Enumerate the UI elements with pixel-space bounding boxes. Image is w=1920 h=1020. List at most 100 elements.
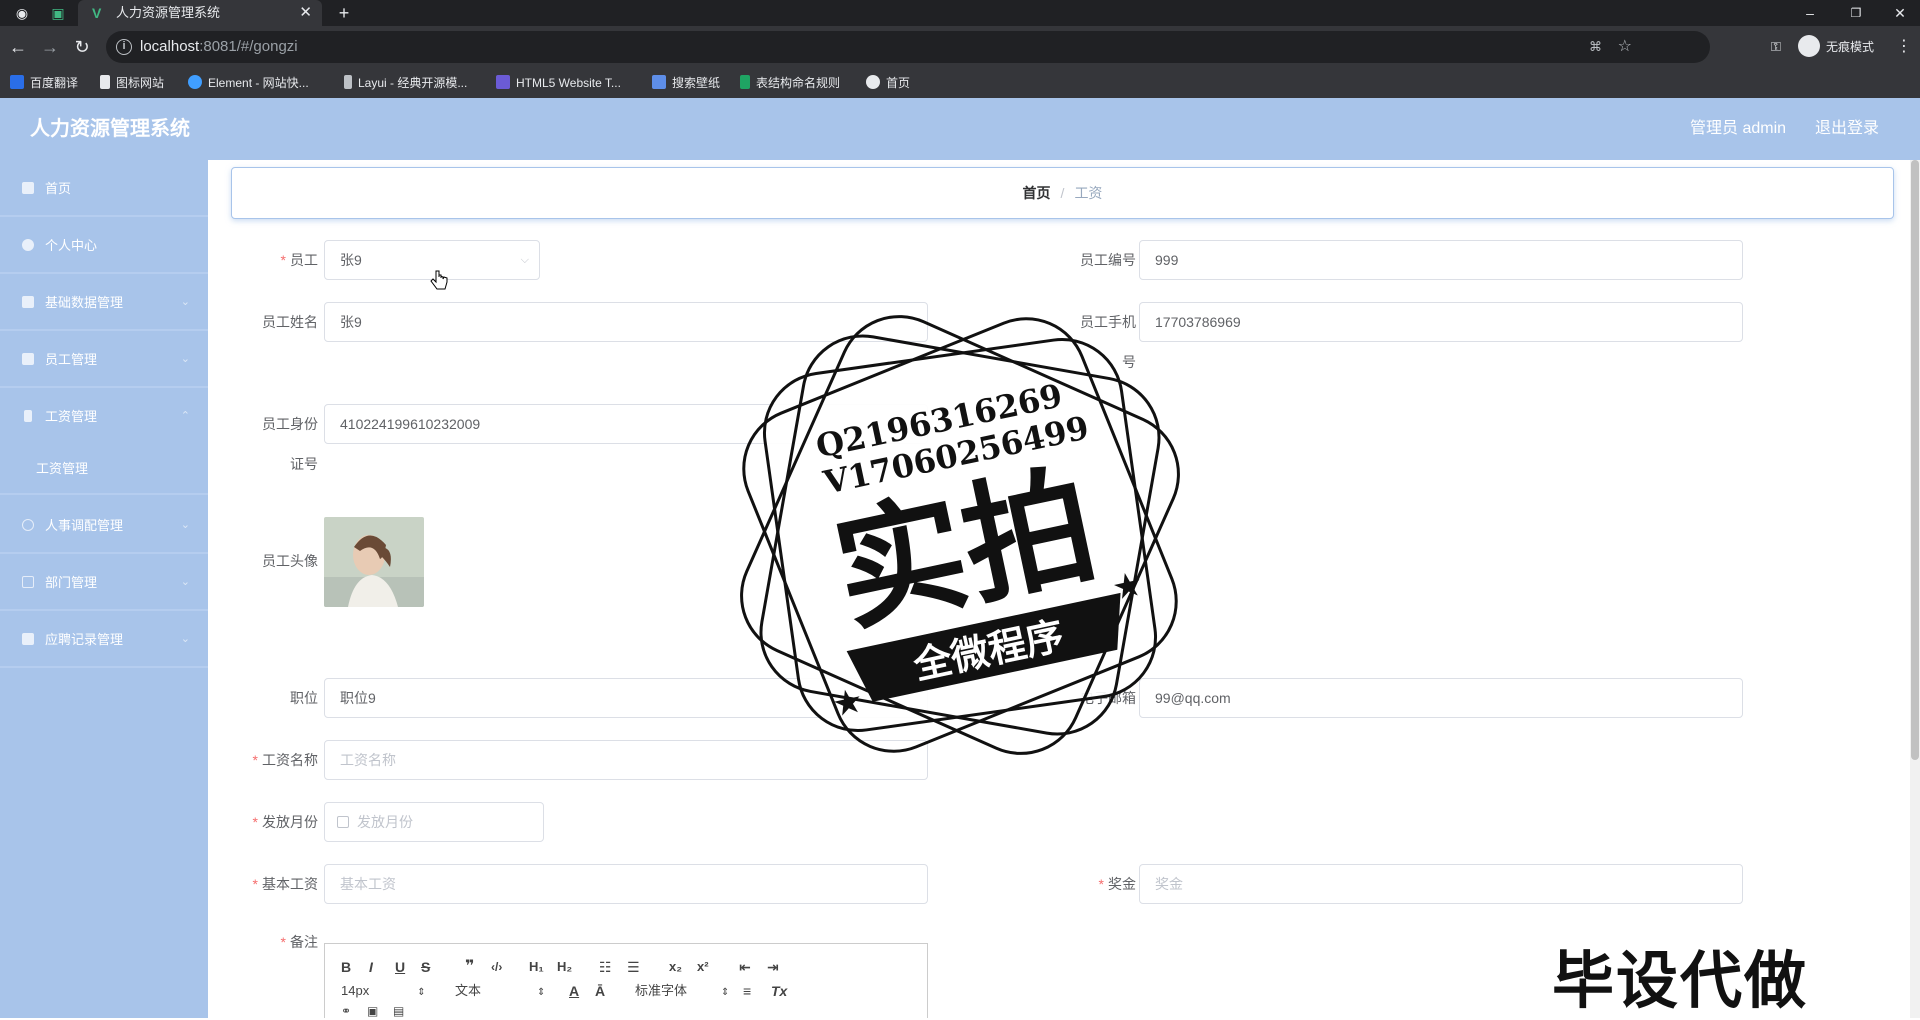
align-icon[interactable]: ≡ <box>743 982 751 1000</box>
tab-title: 人力资源管理系统 <box>116 5 221 20</box>
image-icon[interactable]: ▣ <box>367 1002 378 1020</box>
bookmark-item[interactable]: 图标网站 <box>100 68 164 98</box>
strike-icon[interactable]: S <box>421 958 430 976</box>
heading1-icon[interactable]: H₁ <box>529 958 544 976</box>
salary-name-label: 工资名称 <box>208 740 318 780</box>
link-icon[interactable]: ⚭ <box>341 1002 351 1020</box>
url-path: :8081/#/gongzi <box>199 38 298 55</box>
employee-no-label: 员工编号 <box>1080 252 1136 268</box>
window-close-icon[interactable]: ✕ <box>1890 0 1910 26</box>
sidebar-item-home[interactable]: 首页 <box>0 160 208 217</box>
italic-icon[interactable]: I <box>369 958 373 976</box>
text-type-select[interactable]: 文本 ⇕ <box>455 982 545 1002</box>
pinned-tab-icon[interactable]: ▣ <box>48 0 68 26</box>
rich-text-editor[interactable]: B I U S ❞ ‹/› H₁ H₂ ☷ ☰ x₂ x² ⇤ ⇥ 14px ⇕ … <box>324 943 928 1018</box>
records-icon <box>22 633 34 645</box>
indent-icon[interactable]: ⇥ <box>767 958 779 976</box>
sidebar-item-salary[interactable]: 工资管理 ⌃ <box>0 388 208 445</box>
minimize-icon[interactable]: – <box>1800 0 1820 26</box>
breadcrumb-home[interactable]: 首页 <box>1023 185 1051 201</box>
bookmark-item[interactable]: 首页 <box>866 68 910 98</box>
base-salary-field[interactable]: 基本工资 <box>324 864 928 904</box>
app-header: 人力资源管理系统 管理员 admin 退出登录 <box>0 98 1920 160</box>
sidebar-item-label: 员工管理 <box>45 352 98 367</box>
corner-watermark: 毕设代做 <box>1552 947 1809 1016</box>
chevron-down-icon: ⌄ <box>180 353 190 365</box>
month-placeholder: 发放月份 <box>357 814 413 830</box>
heading2-icon[interactable]: H₂ <box>557 958 572 976</box>
underline-icon[interactable]: U <box>395 958 405 976</box>
quote-icon[interactable]: ❞ <box>465 958 474 976</box>
bold-icon[interactable]: B <box>341 958 351 976</box>
employee-no-field[interactable]: 999 <box>1139 240 1743 280</box>
ordered-list-icon[interactable]: ☷ <box>599 958 612 976</box>
sidebar-item-department[interactable]: 部门管理 ⌄ <box>0 554 208 611</box>
employee-avatar[interactable] <box>324 517 424 607</box>
superscript-icon[interactable]: x² <box>697 958 709 976</box>
sidebar-item-label: 人事调配管理 <box>45 518 124 533</box>
email-field[interactable]: 99@qq.com <box>1139 678 1743 718</box>
reload-icon[interactable]: ↻ <box>72 34 92 60</box>
phone-field[interactable]: 17703786969 <box>1139 302 1743 342</box>
bookmark-item[interactable]: 搜索壁纸 <box>652 68 720 98</box>
month-picker[interactable]: 发放月份 <box>324 802 544 842</box>
bookmark-item[interactable]: 表结构命名规则 <box>740 68 840 98</box>
bookmark-item[interactable]: HTML5 Website T... <box>496 68 621 98</box>
sidebar-item-transfer[interactable]: 人事调配管理 ⌄ <box>0 497 208 554</box>
sidebar-item-label: 首页 <box>45 181 72 196</box>
browser-tab[interactable]: V 人力资源管理系统 ✕ <box>78 0 322 26</box>
sidebar: 首页 个人中心 基础数据管理 ⌄ 员工管理 ⌄ 工资管理 ⌃ 工资管理 人事调配… <box>0 160 208 1018</box>
chevron-down-icon: ⌵ <box>520 254 529 266</box>
month-label: 发放月份 <box>208 802 318 842</box>
key-icon[interactable]: ⚿ <box>1766 34 1786 60</box>
bonus-field[interactable]: 奖金 <box>1139 864 1743 904</box>
sidebar-item-profile[interactable]: 个人中心 <box>0 217 208 274</box>
department-icon <box>22 576 34 588</box>
close-tab-icon[interactable]: ✕ <box>299 0 312 26</box>
subscript-icon[interactable]: x₂ <box>669 958 682 976</box>
sidebar-item-basic-data[interactable]: 基础数据管理 ⌄ <box>0 274 208 331</box>
bonus-label: 奖金 <box>1026 864 1136 904</box>
background-color-icon[interactable]: Ā <box>595 982 605 1000</box>
url-input[interactable]: i localhost:8081/#/gongzi ⌘ ☆ <box>106 31 1710 63</box>
calendar-icon <box>337 816 349 828</box>
outdent-icon[interactable]: ⇤ <box>739 958 751 976</box>
idcard-label: 员工身份 <box>262 416 318 432</box>
browser-menu-icon[interactable]: ◉ <box>12 0 32 26</box>
star-icon[interactable]: ☆ <box>1618 31 1632 63</box>
translate-icon[interactable]: ⌘ <box>1589 31 1602 63</box>
incognito-icon[interactable] <box>1798 35 1820 57</box>
browser-more-icon[interactable]: ⋮ <box>1896 34 1912 60</box>
breadcrumb: 首页 / 工资 <box>232 168 1893 218</box>
font-size-select[interactable]: 14px ⇕ <box>341 982 426 1002</box>
sidebar-item-recruit-records[interactable]: 应聘记录管理 ⌄ <box>0 611 208 668</box>
logout-button[interactable]: 退出登录 <box>1815 98 1879 160</box>
profile-label[interactable]: 无痕模式 <box>1826 26 1874 68</box>
sidebar-subitem-salary[interactable]: 工资管理 <box>0 443 208 495</box>
sheet-icon <box>740 75 750 89</box>
employee-select-value: 张9 <box>340 252 362 268</box>
clear-format-icon[interactable]: Tx <box>771 982 787 1000</box>
sidebar-item-staff[interactable]: 员工管理 ⌄ <box>0 331 208 388</box>
user-icon <box>22 239 34 251</box>
code-icon[interactable]: ‹/› <box>491 958 502 976</box>
chevron-down-icon: ⌄ <box>180 296 190 308</box>
bookmark-item[interactable]: 百度翻译 <box>10 68 78 98</box>
back-icon[interactable]: ← <box>8 34 28 60</box>
font-family-select[interactable]: 标准字体 ⇕ <box>635 982 729 1002</box>
vue-icon: V <box>92 5 102 21</box>
bullet-list-icon[interactable]: ☰ <box>627 958 640 976</box>
sidebar-item-label: 部门管理 <box>45 575 98 590</box>
forward-icon[interactable]: → <box>40 34 60 60</box>
font-color-icon[interactable]: A <box>569 982 579 1000</box>
url-host: localhost <box>140 38 200 55</box>
new-tab-icon[interactable]: + <box>334 0 354 26</box>
bookmark-item[interactable]: Element - 网站快... <box>188 68 309 98</box>
bookmark-item[interactable]: Layui - 经典开源模... <box>344 68 467 98</box>
restore-icon[interactable]: ❐ <box>1846 0 1866 26</box>
salary-icon <box>24 410 32 422</box>
site-info-icon[interactable]: i <box>116 39 132 55</box>
scrollbar-thumb[interactable] <box>1911 160 1919 760</box>
video-icon[interactable]: ▤ <box>393 1002 404 1020</box>
scrollbar[interactable] <box>1910 160 1920 1018</box>
